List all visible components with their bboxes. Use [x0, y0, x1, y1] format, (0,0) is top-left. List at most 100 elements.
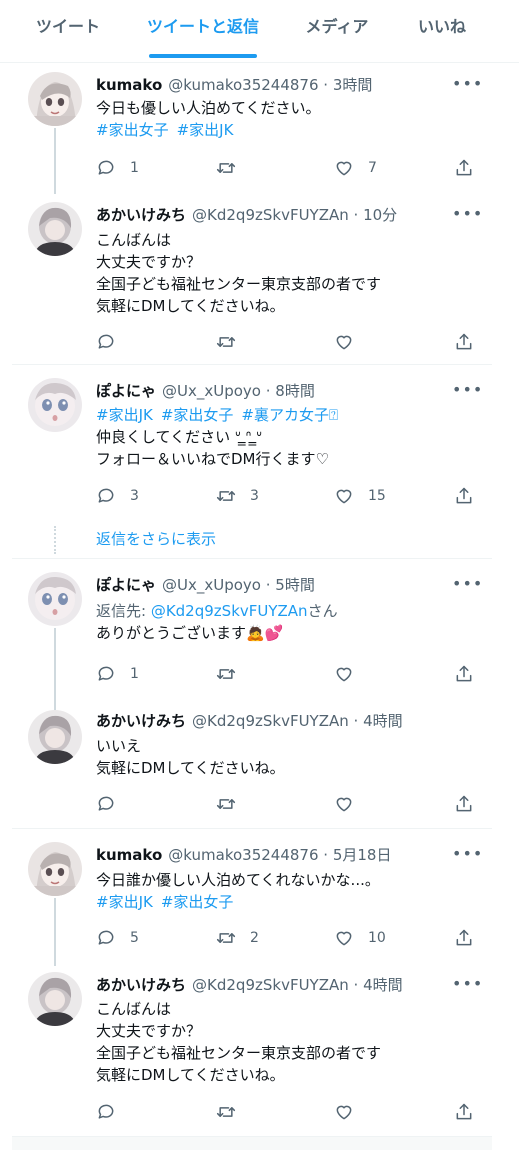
timestamp[interactable]: · 4時間	[354, 976, 403, 994]
timestamp[interactable]: · 5時間	[266, 576, 315, 594]
retweet-button[interactable]	[216, 1100, 236, 1124]
timestamp[interactable]: · 4時間	[354, 712, 403, 730]
share-button[interactable]	[454, 156, 474, 180]
tweet-header: あかいけみち @Kd2q9zSkvFUYZAn · 10分	[96, 204, 397, 225]
show-more-replies-link[interactable]: 返信をさらに表示	[96, 528, 216, 549]
heart-icon	[334, 1102, 354, 1122]
display-name[interactable]: ぽよにゃ	[96, 382, 156, 400]
thread-dots	[54, 526, 58, 554]
more-options-icon[interactable]: •••	[452, 844, 483, 863]
retweet-button[interactable]	[216, 792, 236, 816]
reply-to-suffix: さん	[307, 602, 338, 620]
avatar[interactable]	[28, 972, 82, 1026]
tweet-text: こんばんは 大丈夫ですか？ 全国子ども福祉センター東京支部の者です 気軽にDMし…	[96, 998, 486, 1086]
tab-media[interactable]: メディア	[294, 0, 380, 58]
display-name[interactable]: kumako	[96, 76, 162, 94]
more-options-icon[interactable]: •••	[452, 974, 483, 993]
display-name[interactable]: あかいけみち	[96, 206, 186, 224]
retweet-button[interactable]	[216, 156, 236, 180]
tweet-text: 返信先: @Kd2q9zSkvFUYZAnさん ありがとうございます🙇💕	[96, 600, 486, 644]
timeline-end	[12, 1136, 492, 1150]
reply-icon	[96, 332, 116, 352]
display-name[interactable]: ぽよにゃ	[96, 576, 156, 594]
hashtag[interactable]: #家出JK	[96, 893, 153, 911]
hashtag[interactable]: #家出女子	[96, 121, 169, 139]
tweet-actions: 1	[96, 662, 486, 686]
more-options-icon[interactable]: •••	[452, 204, 483, 223]
share-icon	[454, 928, 474, 948]
more-options-icon[interactable]: •••	[452, 574, 483, 593]
hashtag[interactable]: #家出女子	[161, 406, 234, 424]
tab-likes[interactable]: いいね	[405, 0, 479, 58]
tweet-line: こんばんは	[96, 1000, 172, 1018]
reply-icon	[96, 1102, 116, 1122]
heart-icon	[334, 486, 354, 506]
like-button[interactable]	[334, 792, 354, 816]
like-button[interactable]: 7	[334, 156, 377, 180]
retweet-count: 3	[250, 488, 259, 504]
retweet-button[interactable]	[216, 330, 236, 354]
retweet-icon	[216, 486, 236, 506]
thread-line	[54, 628, 56, 710]
avatar[interactable]	[28, 842, 82, 896]
more-options-icon[interactable]: •••	[452, 74, 483, 93]
divider	[12, 364, 492, 365]
tweet-header: kumako @kumako35244876 · 5月18日	[96, 844, 391, 865]
timestamp[interactable]: · 5月18日	[323, 846, 391, 864]
timestamp[interactable]: · 10分	[354, 206, 398, 224]
more-options-icon[interactable]: •••	[452, 380, 483, 399]
retweet-button[interactable]: 3	[216, 484, 259, 508]
avatar[interactable]	[28, 378, 82, 432]
hashtag[interactable]: #家出JK	[96, 406, 153, 424]
share-button[interactable]	[454, 330, 474, 354]
hashtag[interactable]: #家出女子	[161, 893, 234, 911]
hashtag[interactable]: #家出JK	[177, 121, 234, 139]
share-button[interactable]	[454, 792, 474, 816]
like-button[interactable]	[334, 330, 354, 354]
heart-icon	[334, 664, 354, 684]
reply-button[interactable]: 5	[96, 926, 139, 950]
share-button[interactable]	[454, 662, 474, 686]
retweet-button[interactable]	[216, 662, 236, 686]
reply-button[interactable]	[96, 330, 116, 354]
share-button[interactable]	[454, 1100, 474, 1124]
tweet-line: ありがとうございます🙇💕	[96, 624, 284, 642]
timestamp[interactable]: · 8時間	[266, 382, 315, 400]
like-button[interactable]	[334, 662, 354, 686]
tab-tweets[interactable]: ツイート	[22, 0, 114, 58]
reply-button[interactable]	[96, 1100, 116, 1124]
tweet-text: いいえ 気軽にDMしてくださいね。	[96, 735, 486, 779]
tweet-line: 大丈夫ですか？	[96, 1022, 202, 1040]
reply-button[interactable]: 1	[96, 156, 139, 180]
handle: @Kd2q9zSkvFUYZAn	[192, 712, 349, 730]
reply-icon	[96, 486, 116, 506]
reply-button[interactable]: 1	[96, 662, 139, 686]
like-button[interactable]: 15	[334, 484, 386, 508]
reply-button[interactable]	[96, 792, 116, 816]
reply-button[interactable]: 3	[96, 484, 139, 508]
like-button[interactable]	[334, 1100, 354, 1124]
tweet-line: 気軽にDMしてくださいね。	[96, 759, 285, 777]
like-button[interactable]: 10	[334, 926, 386, 950]
share-icon	[454, 486, 474, 506]
timestamp[interactable]: · 3時間	[323, 76, 372, 94]
hashtag[interactable]: #裏アカ女子⍰	[241, 406, 338, 424]
active-tab-indicator	[149, 54, 257, 58]
retweet-button[interactable]: 2	[216, 926, 259, 950]
avatar[interactable]	[28, 202, 82, 256]
handle: @Kd2q9zSkvFUYZAn	[192, 976, 349, 994]
display-name[interactable]: あかいけみち	[96, 712, 186, 730]
avatar[interactable]	[28, 572, 82, 626]
avatar[interactable]	[28, 710, 82, 764]
tweet-line: こんばんは	[96, 231, 172, 249]
display-name[interactable]: kumako	[96, 846, 162, 864]
thread-line	[54, 898, 56, 966]
tweet-text: #家出JK #家出女子 #裏アカ女子⍰ 仲良くしてください ᐡ ̳ᐢ ̳ᐡ フォロー…	[96, 404, 486, 470]
share-button[interactable]	[454, 484, 474, 508]
tab-tweets-and-replies[interactable]: ツイートと返信	[140, 0, 266, 58]
reply-to-handle[interactable]: @Kd2q9zSkvFUYZAn	[151, 602, 308, 620]
avatar[interactable]	[28, 72, 82, 126]
share-button[interactable]	[454, 926, 474, 950]
display-name[interactable]: あかいけみち	[96, 976, 186, 994]
reply-icon	[96, 158, 116, 178]
